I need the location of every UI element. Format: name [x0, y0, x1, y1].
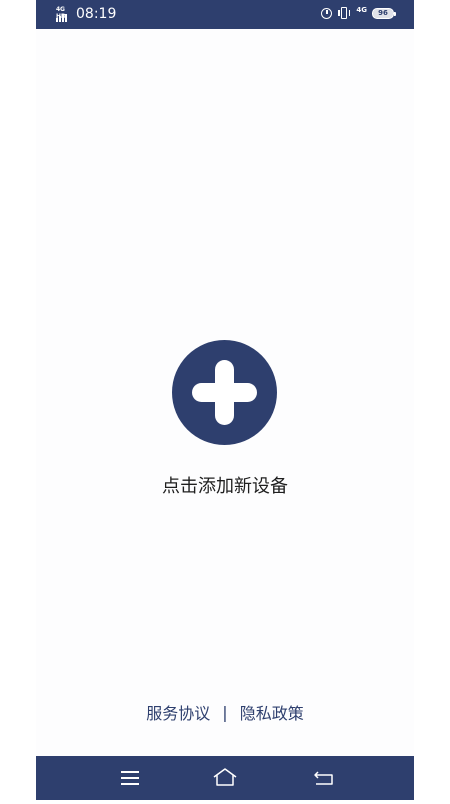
- alarm-icon: [321, 7, 333, 19]
- footer-links: 服务协议 | 隐私政策: [36, 700, 414, 724]
- battery-icon: 96: [372, 7, 396, 19]
- signal-bars: [56, 14, 67, 22]
- plus-icon-vertical: [215, 360, 234, 425]
- status-right: 4G 96: [321, 5, 396, 19]
- navigation-bar: [36, 756, 414, 800]
- add-device-label[interactable]: 点击添加新设备: [36, 472, 414, 498]
- footer-separator: |: [222, 702, 228, 722]
- signal-icon: 4G HD: [56, 6, 72, 22]
- home-button[interactable]: [195, 756, 255, 800]
- privacy-policy-link[interactable]: 隐私政策: [240, 700, 304, 724]
- vibrate-icon: [337, 7, 351, 19]
- back-icon: [314, 771, 333, 785]
- add-device-button[interactable]: [172, 340, 277, 445]
- service-agreement-link[interactable]: 服务协议: [146, 700, 210, 724]
- home-icon: [213, 768, 237, 786]
- back-button[interactable]: [294, 756, 354, 800]
- status-left: 4G HD 08:19: [56, 6, 116, 22]
- status-bar: 4G HD 08:19 4G 96: [36, 0, 414, 29]
- menu-button[interactable]: [100, 756, 160, 800]
- app-screen: 4G HD 08:19 4G 96 点击添加新设备 服务协议 | 隐私政策: [36, 0, 414, 800]
- network-type-right: 4G: [356, 5, 367, 14]
- battery-level: 96: [378, 8, 388, 17]
- clock: 08:19: [76, 6, 117, 22]
